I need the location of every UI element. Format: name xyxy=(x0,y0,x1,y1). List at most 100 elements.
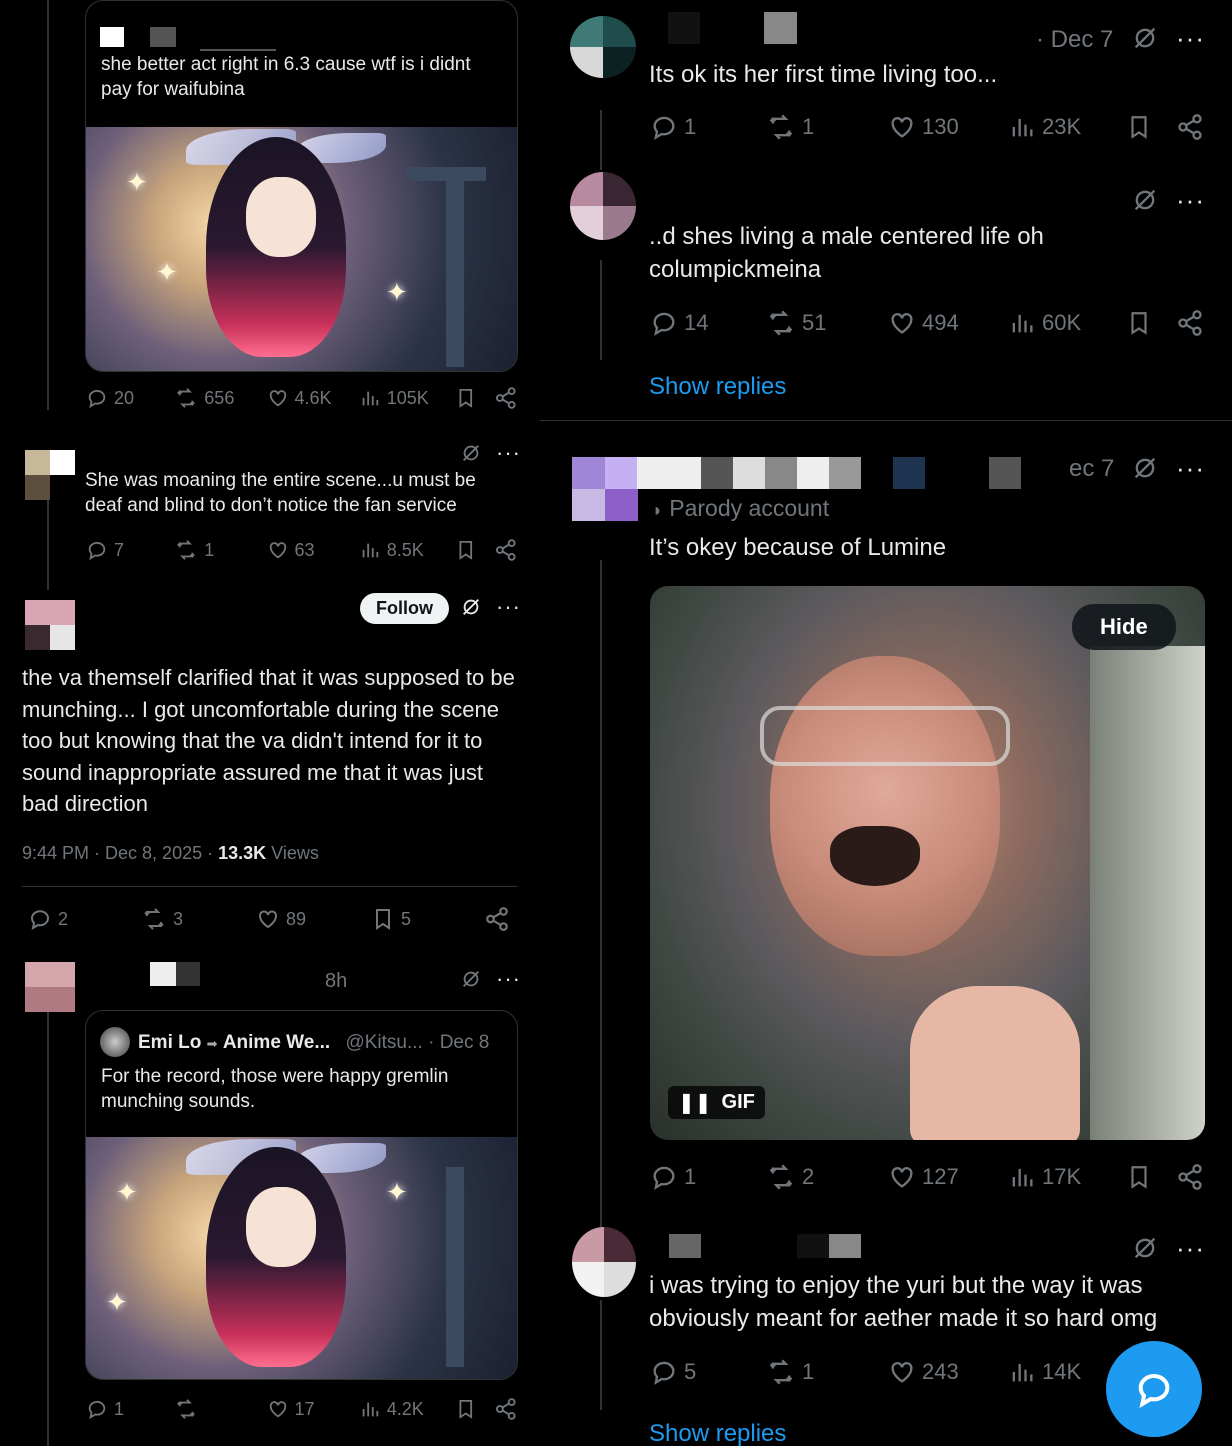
like-count: 127 xyxy=(922,1164,959,1189)
post-timestamp: 9:44 PM · Dec 8, 2025 · 13.3K Views xyxy=(22,842,319,865)
gif-badge[interactable]: ❚❚ GIF xyxy=(668,1086,765,1119)
avatar[interactable] xyxy=(572,1227,636,1297)
repost-button[interactable]: 656 xyxy=(174,387,266,409)
post-image[interactable]: ✦ ✦ ✦ xyxy=(86,1137,517,1379)
repost-button[interactable]: 1 xyxy=(174,539,266,561)
timestamp: 9:44 PM · Dec 8, 2025 · xyxy=(22,843,219,863)
show-replies-link[interactable]: Show replies xyxy=(649,1420,786,1446)
grok-icon[interactable] xyxy=(1131,454,1159,482)
redacted-name xyxy=(701,457,733,489)
avatar[interactable] xyxy=(572,457,638,521)
repost-button[interactable]: 3 xyxy=(141,907,256,931)
share-icon[interactable] xyxy=(494,386,518,410)
bookmark-icon[interactable] xyxy=(455,1397,477,1421)
redacted-name xyxy=(637,457,701,489)
show-replies-link[interactable]: Show replies xyxy=(649,373,786,401)
share-icon[interactable] xyxy=(484,906,510,932)
grok-icon[interactable] xyxy=(1131,186,1159,214)
hide-button[interactable]: Hide xyxy=(1072,604,1176,650)
repost-button[interactable]: 1 xyxy=(766,113,888,141)
avatar[interactable] xyxy=(25,450,75,500)
grok-icon[interactable] xyxy=(1131,24,1159,52)
more-options-icon[interactable]: ··· xyxy=(496,968,521,990)
quoted-post-card[interactable]: she better act right in 6.3 cause wtf is… xyxy=(85,0,518,372)
bookmark-button[interactable]: 5 xyxy=(371,907,484,931)
reply-actions: 5 1 243 14K xyxy=(650,1357,1110,1387)
reply-gif[interactable]: Hide ❚❚ GIF xyxy=(650,586,1205,1140)
views-button[interactable]: 14K xyxy=(1008,1358,1108,1386)
reply-button[interactable]: 1 xyxy=(86,1398,174,1420)
bookmark-icon[interactable] xyxy=(455,538,477,562)
repost-button[interactable]: 51 xyxy=(766,309,888,337)
left-thread-line-1 xyxy=(47,0,49,410)
share-icon[interactable] xyxy=(494,1397,518,1421)
like-button[interactable]: 17 xyxy=(267,1398,359,1420)
like-count: 494 xyxy=(922,310,959,335)
views-button[interactable]: 23K xyxy=(1008,113,1126,141)
reply-text: i was trying to enjoy the yuri but the w… xyxy=(649,1272,1158,1332)
bookmark-icon[interactable] xyxy=(455,386,477,410)
bookmark-icon[interactable] xyxy=(1126,1163,1152,1191)
like-button[interactable]: 130 xyxy=(888,113,1008,141)
quote-handle: @Kitsu... xyxy=(345,1032,423,1053)
bookmark-icon[interactable] xyxy=(1126,309,1152,337)
like-button[interactable]: 63 xyxy=(267,539,359,561)
reply-button[interactable]: 5 xyxy=(650,1358,766,1386)
like-count: 63 xyxy=(294,539,315,560)
more-options-icon[interactable]: ··· xyxy=(1176,1235,1205,1261)
reply-button[interactable]: 1 xyxy=(650,113,766,141)
quote-avatar xyxy=(100,1027,130,1057)
grok-icon[interactable] xyxy=(1131,1234,1159,1262)
share-icon[interactable] xyxy=(1176,1163,1204,1191)
follow-button[interactable]: Follow xyxy=(360,593,449,624)
reply-button[interactable]: 7 xyxy=(86,539,174,561)
share-icon[interactable] xyxy=(1176,113,1204,141)
grok-icon[interactable] xyxy=(460,596,482,618)
repost-button[interactable] xyxy=(174,1398,266,1420)
redacted-name xyxy=(764,12,797,44)
reply-button[interactable]: 14 xyxy=(650,309,766,337)
bookmark-icon[interactable] xyxy=(1126,113,1152,141)
post-image[interactable]: ✦ ✦ ✦ xyxy=(86,127,517,371)
like-button[interactable]: 494 xyxy=(888,309,1008,337)
views-button[interactable]: 4.2K xyxy=(359,1398,455,1420)
reply-button[interactable]: 1 xyxy=(650,1163,766,1191)
compose-reply-fab[interactable] xyxy=(1106,1341,1202,1437)
reply-button[interactable]: 2 xyxy=(28,907,141,931)
like-button[interactable]: 89 xyxy=(256,907,371,931)
repost-button[interactable]: 1 xyxy=(766,1358,888,1386)
avatar[interactable] xyxy=(25,600,75,650)
quoted-post-card[interactable]: Emi Lo ➡ Anime We... @Kitsu... · Dec 8 F… xyxy=(85,1010,518,1380)
right-thread-line-1 xyxy=(600,110,602,170)
like-button[interactable]: 127 xyxy=(888,1163,1008,1191)
more-options-icon[interactable]: ··· xyxy=(496,596,521,618)
reply-icon xyxy=(88,541,106,561)
like-button[interactable]: 243 xyxy=(888,1358,1008,1386)
reply-actions: 14 51 494 60K xyxy=(650,308,1210,338)
column-separator xyxy=(526,0,540,1446)
reply-button[interactable]: 20 xyxy=(86,387,174,409)
right-thread-line-2 xyxy=(600,260,602,360)
right-thread-line-3 xyxy=(600,560,602,1240)
share-icon[interactable] xyxy=(1176,309,1204,337)
more-options-icon[interactable]: ··· xyxy=(1176,25,1205,51)
avatar[interactable] xyxy=(570,16,636,78)
bookmark-count: 5 xyxy=(401,908,412,929)
more-options-icon[interactable]: ··· xyxy=(496,442,521,464)
grok-icon[interactable] xyxy=(460,968,482,990)
like-button[interactable]: 4.6K xyxy=(267,387,359,409)
grok-icon[interactable] xyxy=(460,442,482,464)
avatar[interactable] xyxy=(25,962,75,1012)
views-button[interactable]: 60K xyxy=(1008,309,1126,337)
avatar[interactable] xyxy=(570,172,636,240)
views-button[interactable]: 105K xyxy=(359,387,455,409)
views-button[interactable]: 8.5K xyxy=(359,539,455,561)
divider xyxy=(540,420,1232,421)
share-icon[interactable] xyxy=(494,538,518,562)
views-icon xyxy=(1012,1168,1033,1187)
views-button[interactable]: 17K xyxy=(1008,1163,1126,1191)
repost-count: 51 xyxy=(802,310,827,335)
more-options-icon[interactable]: ··· xyxy=(1176,187,1205,213)
more-options-icon[interactable]: ··· xyxy=(1176,455,1205,481)
repost-button[interactable]: 2 xyxy=(766,1163,888,1191)
